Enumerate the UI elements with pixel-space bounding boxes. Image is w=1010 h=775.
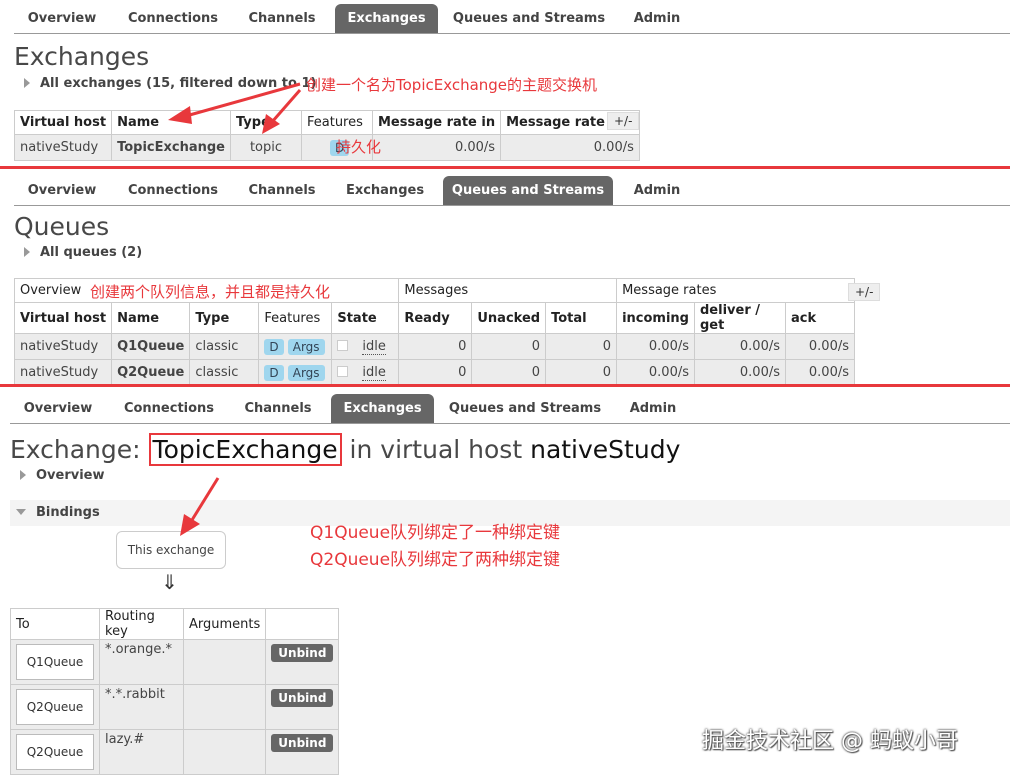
col-unacked[interactable]: Unacked <box>471 302 547 334</box>
annotation-create-queues: 创建两个队列信息，并且都是持久化 <box>90 283 331 301</box>
title-vhost: nativeStudy <box>530 435 681 464</box>
cell-incoming: 0.00/s <box>616 359 695 386</box>
cell-ack: 0.00/s <box>785 333 855 360</box>
col-features: Features <box>258 302 333 334</box>
routing-key: *.*.rabbit <box>99 684 184 730</box>
col-name[interactable]: Name <box>111 302 191 334</box>
annotation-arrows-3 <box>180 477 220 536</box>
unbind-button[interactable]: Unbind <box>271 689 334 707</box>
queue-name-link[interactable]: Q2Queue <box>111 359 191 386</box>
durable-badge: D <box>264 338 284 355</box>
table-row[interactable]: nativeStudy Q2Queue classic D Args idle … <box>13 359 855 386</box>
queue-link[interactable]: Q1Queue <box>16 644 94 680</box>
col-type[interactable]: Type <box>189 302 260 334</box>
arrowhead-exchange-icon <box>180 514 200 536</box>
watermark: 掘金技术社区 @ 蚂蚁小哥 <box>702 729 958 754</box>
cell-total: 0 <box>545 333 618 360</box>
expand-triangle-icon <box>24 247 30 257</box>
binding-row: Q2Queue *.*.rabbit Unbind <box>10 684 340 730</box>
tab-underline <box>14 205 1010 206</box>
queue-link[interactable]: Q2Queue <box>16 734 94 770</box>
col-incoming[interactable]: incoming <box>616 302 695 334</box>
tab-channels[interactable]: Channels <box>238 176 326 206</box>
tab-connections[interactable]: Connections <box>118 176 228 206</box>
cell-ready: 0 <box>398 359 473 386</box>
routing-key: *.orange.* <box>99 639 184 685</box>
annotation-arrows-1 <box>168 82 302 134</box>
group-message-rates: Message rates <box>616 278 855 303</box>
cell-unacked: 0 <box>471 333 547 360</box>
queue-link[interactable]: Q2Queue <box>16 689 94 725</box>
args-badge: Args <box>287 364 325 381</box>
tab-exchanges[interactable]: Exchanges <box>335 176 435 206</box>
queue-name-link[interactable]: Q1Queue <box>111 333 191 360</box>
tab-overview[interactable]: Overview <box>18 176 106 206</box>
separator-2 <box>0 384 1010 387</box>
col-total[interactable]: Total <box>545 302 618 334</box>
down-arrow-icon: ⇓ <box>161 570 178 594</box>
cell-ack: 0.00/s <box>785 359 855 386</box>
col-ack[interactable]: ack <box>785 302 855 334</box>
group-messages: Messages <box>398 278 618 303</box>
columns-toggle-button[interactable]: +/- <box>848 283 881 301</box>
arrow-to-type-icon <box>270 89 302 123</box>
state-idle: idle <box>362 339 386 355</box>
state-indicator-icon <box>337 340 349 351</box>
state-indicator-icon <box>337 366 349 377</box>
cell-incoming: 0.00/s <box>616 333 695 360</box>
tab-queues-streams[interactable]: Queues and Streams <box>443 176 613 206</box>
tab-admin[interactable]: Admin <box>618 394 688 424</box>
cell-ready: 0 <box>398 333 473 360</box>
binding-args <box>182 639 267 685</box>
table-header-row: To Routing key Arguments <box>10 608 340 640</box>
nav-tabs-2: Overview Connections Channels Exchanges … <box>0 172 1010 206</box>
col-virtual-host[interactable]: Virtual host <box>13 302 113 334</box>
arrow-to-exchange-icon <box>190 477 220 521</box>
cell-vhost: nativeStudy <box>13 333 113 360</box>
cell-deliver: 0.00/s <box>694 333 786 360</box>
col-ready[interactable]: Ready <box>398 302 473 334</box>
col-actions <box>265 608 340 640</box>
bindings-table: To Routing key Arguments Q1Queue *.orang… <box>10 608 340 775</box>
col-deliver-get[interactable]: deliver / get <box>694 302 786 334</box>
binding-args <box>182 729 267 775</box>
binding-row: Q1Queue *.orange.* Unbind <box>10 639 340 685</box>
tab-queues-streams[interactable]: Queues and Streams <box>444 394 606 424</box>
separator-1 <box>0 166 1010 169</box>
cell-deliver: 0.00/s <box>694 359 786 386</box>
binding-row: Q2Queue lazy.# Unbind <box>10 729 340 775</box>
col-state[interactable]: State <box>331 302 400 334</box>
page-title: Queues <box>14 212 110 241</box>
state-idle: idle <box>362 365 386 381</box>
cell-type: classic <box>189 359 260 386</box>
args-badge: Args <box>287 338 325 355</box>
durable-badge: D <box>264 364 284 381</box>
routing-key: lazy.# <box>99 729 184 775</box>
col-routing-key: Routing key <box>99 608 184 640</box>
all-queues-toggle[interactable]: All queues (2) <box>24 245 142 260</box>
col-arguments: Arguments <box>182 608 267 640</box>
table-row[interactable]: nativeStudy Q1Queue classic D Args idle … <box>13 333 855 360</box>
cell-type: classic <box>189 333 260 360</box>
col-to: To <box>10 608 100 640</box>
binding-args <box>182 684 267 730</box>
cell-unacked: 0 <box>471 359 547 386</box>
cell-total: 0 <box>545 359 618 386</box>
tab-admin[interactable]: Admin <box>622 176 692 206</box>
all-queues-label: All queues (2) <box>40 245 143 260</box>
annotation-line-2: Q2Queue队列绑定了两种绑定键 <box>310 550 561 570</box>
nav-tabs-3: Overview Connections Channels Exchanges … <box>0 390 1010 424</box>
cell-vhost: nativeStudy <box>13 359 113 386</box>
table-header-row: Virtual host Name Type Features State Re… <box>13 302 855 334</box>
unbind-button[interactable]: Unbind <box>271 644 334 662</box>
arrowhead-name-icon <box>168 106 192 124</box>
unbind-button[interactable]: Unbind <box>271 734 334 752</box>
